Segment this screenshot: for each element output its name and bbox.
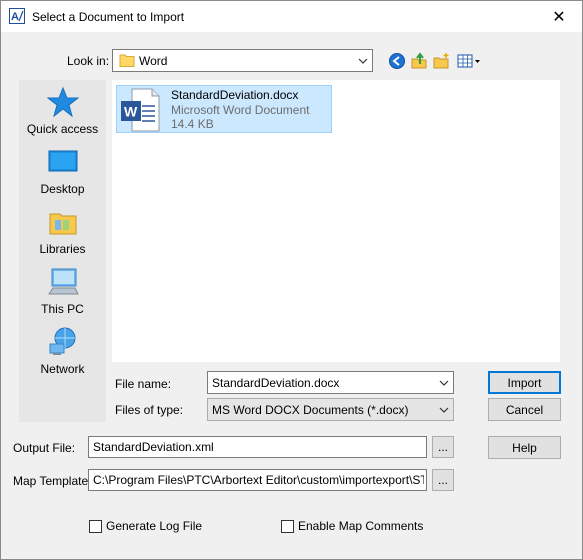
help-button[interactable]: Help: [488, 436, 561, 459]
close-button[interactable]: ✕: [536, 1, 582, 32]
place-desktop[interactable]: Desktop: [19, 146, 106, 196]
place-label: Desktop: [40, 182, 85, 196]
map-template-value: C:\Program Files\PTC\Arbortext Editor\cu…: [93, 473, 424, 487]
place-this-pc[interactable]: This PC: [19, 266, 106, 316]
close-icon: ✕: [552, 8, 566, 26]
back-icon[interactable]: [388, 52, 406, 70]
computer-icon: [47, 268, 79, 295]
place-quick-access[interactable]: Quick access: [19, 86, 106, 136]
place-label: Quick access: [26, 122, 99, 136]
import-button[interactable]: Import: [488, 371, 561, 394]
output-file-value: StandardDeviation.xml: [93, 440, 214, 454]
look-in-value: Word: [139, 54, 168, 68]
up-folder-icon[interactable]: [410, 52, 428, 70]
file-list[interactable]: W StandardDeviation.docx Microsoft Word …: [112, 80, 560, 362]
output-file-label: Output File:: [13, 441, 76, 455]
arbortext-app-icon: A: [9, 8, 25, 24]
network-icon: [49, 327, 75, 355]
cancel-button[interactable]: Cancel: [488, 398, 561, 421]
map-browse-button[interactable]: ...: [432, 469, 454, 491]
word-doc-icon: W: [121, 88, 160, 132]
checkbox-box[interactable]: [281, 519, 294, 533]
checkbox-box[interactable]: [89, 519, 102, 533]
svg-text:W: W: [124, 104, 138, 120]
place-label: Network: [40, 362, 85, 376]
file-type-combo[interactable]: MS Word DOCX Documents (*.docx): [207, 398, 454, 421]
import-dialog: A Select a Document to Import ✕ Look in:…: [0, 0, 583, 560]
svg-text:A: A: [11, 11, 19, 23]
file-name-label: File name:: [115, 377, 172, 391]
title-bar: A Select a Document to Import ✕: [1, 1, 582, 32]
chevron-down-icon[interactable]: [435, 372, 453, 393]
output-browse-button[interactable]: ...: [432, 436, 454, 458]
file-item[interactable]: W StandardDeviation.docx Microsoft Word …: [116, 85, 332, 133]
place-network[interactable]: Network: [19, 326, 106, 376]
file-name-combo[interactable]: StandardDeviation.docx: [207, 371, 454, 394]
place-libraries[interactable]: Libraries: [19, 206, 106, 256]
window-title: Select a Document to Import: [32, 10, 185, 24]
output-file-field[interactable]: StandardDeviation.xml: [88, 436, 427, 458]
enable-map-comments-checkbox[interactable]: Enable Map Comments: [281, 519, 423, 533]
desktop-icon: [48, 150, 77, 172]
file-type-value: MS Word DOCX Documents (*.docx): [212, 403, 409, 417]
libraries-icon: [49, 213, 76, 235]
file-type: Microsoft Word Document: [171, 103, 310, 117]
new-folder-icon[interactable]: [433, 52, 451, 70]
file-name: StandardDeviation.docx: [171, 88, 299, 102]
look-in-combo[interactable]: Word: [112, 49, 373, 72]
file-name-value: StandardDeviation.docx: [212, 376, 340, 390]
map-template-field[interactable]: C:\Program Files\PTC\Arbortext Editor\cu…: [88, 469, 427, 491]
generate-log-checkbox[interactable]: Generate Log File: [89, 519, 202, 533]
map-template-label: Map Template:: [13, 474, 92, 488]
look-in-label: Look in:: [67, 54, 110, 68]
view-menu-icon[interactable]: [457, 52, 481, 70]
chevron-down-icon: [435, 399, 453, 420]
checkbox-label: Generate Log File: [106, 519, 203, 533]
chevron-down-icon: [354, 50, 372, 71]
file-size: 14.4 KB: [171, 117, 214, 131]
star-icon: [46, 86, 79, 118]
file-type-label: Files of type:: [115, 403, 184, 417]
checkbox-label: Enable Map Comments: [298, 519, 424, 533]
place-label: This PC: [41, 302, 84, 316]
folder-icon: [119, 54, 135, 67]
places-bar: Quick access Desktop Libraries This PC N…: [19, 80, 106, 422]
place-label: Libraries: [39, 242, 86, 256]
